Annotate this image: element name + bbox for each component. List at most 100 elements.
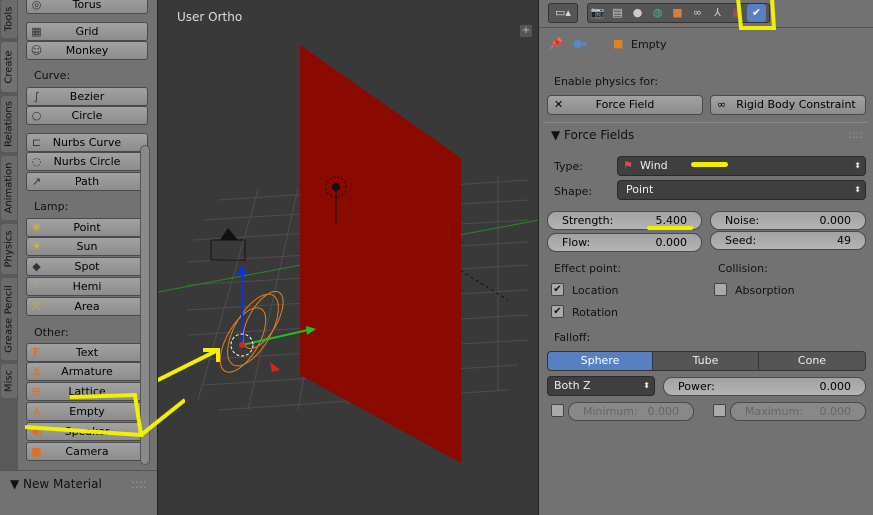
add-torus-button[interactable]: ◎ Torus bbox=[26, 0, 148, 14]
falloff-cone-option[interactable]: Cone bbox=[758, 351, 866, 371]
button-label: Circle bbox=[71, 109, 103, 122]
tab-grease-pencil[interactable]: Grease Pencil bbox=[1, 278, 17, 360]
force-fields-panel-header[interactable]: ▼ Force Fields bbox=[551, 128, 634, 142]
power-field[interactable]: Power: 0.000 bbox=[663, 377, 866, 396]
rotation-checkbox[interactable]: ✔ bbox=[551, 305, 564, 318]
point-lamp-icon: ✺ bbox=[31, 221, 42, 234]
drag-handle-icon[interactable]: :::: bbox=[131, 477, 147, 491]
rigid-body-constraint-button[interactable]: ∞ Rigid Body Constraint bbox=[710, 95, 866, 115]
object-data-tab-icon[interactable]: ⅄ bbox=[708, 4, 727, 22]
add-path-button[interactable]: ↗ Path bbox=[26, 172, 148, 191]
button-label: Area bbox=[74, 300, 100, 313]
field-value: 0.000 bbox=[655, 236, 688, 249]
annotation-underline bbox=[647, 226, 693, 230]
flow-field[interactable]: Flow: 0.000 bbox=[547, 233, 702, 252]
add-area-button[interactable]: ⤧ Area bbox=[26, 297, 148, 316]
red-plane-object[interactable] bbox=[300, 45, 461, 463]
camera-object[interactable] bbox=[210, 228, 246, 261]
button-label: Armature bbox=[61, 365, 113, 378]
absorption-checkbox[interactable] bbox=[714, 283, 727, 296]
noise-field[interactable]: Noise: 0.000 bbox=[710, 211, 866, 230]
object-tab-icon[interactable]: ■ bbox=[668, 4, 687, 22]
z-direction-dropdown[interactable]: Both Z ⬍ bbox=[547, 376, 655, 396]
scene-tab-icon[interactable]: ● bbox=[628, 4, 647, 22]
3d-viewport[interactable]: User Ortho + bbox=[157, 0, 539, 515]
use-maximum-checkbox[interactable] bbox=[713, 404, 726, 417]
field-label: Strength: bbox=[562, 214, 614, 227]
add-hemi-button[interactable]: ◝ Hemi bbox=[26, 277, 148, 296]
falloff-tube-option[interactable]: Tube bbox=[652, 351, 759, 371]
seed-field[interactable]: Seed: 49 bbox=[710, 231, 866, 250]
button-label: Path bbox=[74, 175, 100, 188]
field-label: Power: bbox=[678, 380, 715, 393]
tab-label: Grease Pencil bbox=[3, 285, 15, 353]
breadcrumb-object: Empty bbox=[631, 38, 667, 51]
link-icon: ∞ bbox=[717, 98, 727, 111]
panel-title: New Material bbox=[23, 477, 102, 491]
tab-create[interactable]: Create bbox=[1, 42, 17, 92]
tab-tools[interactable]: Tools bbox=[1, 0, 17, 38]
viewport-view-label: User Ortho bbox=[177, 10, 243, 24]
add-nurbs-curve-button[interactable]: ⊏ Nurbs Curve bbox=[26, 133, 148, 152]
add-text-button[interactable]: F Text bbox=[26, 343, 148, 362]
annotation-mark bbox=[25, 392, 185, 438]
properties-editor: ▭▴ 📷 ▤ ● ◍ ■ ∞ ⅄ ▦ ✔ 📌 ●▸ ■ Empty Enable… bbox=[538, 0, 873, 515]
shape-label: Shape: bbox=[554, 185, 593, 198]
object-context-icon: ●▸ bbox=[573, 37, 589, 50]
add-monkey-button[interactable]: ☺ Monkey bbox=[26, 41, 148, 60]
tab-animation[interactable]: Animation bbox=[1, 156, 17, 220]
add-nurbs-circle-button[interactable]: ◌ Nurbs Circle bbox=[26, 152, 148, 171]
add-bezier-button[interactable]: ∫ Bezier bbox=[26, 87, 148, 106]
button-label: Force Field bbox=[595, 98, 655, 111]
shape-dropdown[interactable]: Point ⬍ bbox=[617, 180, 866, 200]
pin-icon[interactable]: 📌 bbox=[549, 37, 563, 50]
location-checkbox[interactable]: ✔ bbox=[551, 283, 564, 296]
tab-relations[interactable]: Relations bbox=[1, 96, 17, 152]
close-x-icon: ✕ bbox=[554, 98, 564, 111]
render-tab-icon[interactable]: 📷 bbox=[588, 4, 607, 22]
tab-label: Animation bbox=[3, 162, 15, 214]
grid-icon: ▦ bbox=[31, 25, 42, 38]
type-dropdown[interactable]: ⚑ Wind ⬍ bbox=[617, 156, 866, 176]
add-grid-button[interactable]: ▦ Grid bbox=[26, 22, 148, 41]
hemi-icon: ◝ bbox=[34, 280, 39, 293]
collision-label: Collision: bbox=[718, 262, 768, 275]
minimum-field[interactable]: Minimum: 0.000 bbox=[568, 402, 694, 421]
add-circle-button[interactable]: ○ Circle bbox=[26, 106, 148, 125]
field-value: 0.000 bbox=[647, 405, 680, 418]
button-label: Text bbox=[75, 346, 99, 359]
rotation-label: Rotation bbox=[572, 306, 619, 319]
add-point-lamp-button[interactable]: ✺ Point bbox=[26, 218, 148, 237]
effect-point-label: Effect point: bbox=[554, 262, 621, 275]
add-spot-button[interactable]: ◆ Spot bbox=[26, 257, 148, 276]
drag-handle-icon[interactable]: :::: bbox=[848, 128, 863, 141]
add-region-icon[interactable]: + bbox=[520, 25, 532, 37]
annotation-highlight bbox=[736, 0, 777, 30]
tab-physics[interactable]: Physics bbox=[1, 224, 17, 274]
tab-misc[interactable]: Misc bbox=[1, 364, 17, 398]
add-sun-button[interactable]: ☀ Sun bbox=[26, 237, 148, 256]
area-icon: ⤧ bbox=[32, 300, 41, 313]
new-material-panel-header[interactable]: ▼ New Material:::: bbox=[0, 470, 157, 515]
field-label: Seed: bbox=[725, 234, 757, 247]
button-label: Bezier bbox=[69, 90, 105, 103]
button-label: Grid bbox=[75, 25, 99, 38]
use-minimum-checkbox[interactable] bbox=[551, 404, 564, 417]
field-value: 0.000 bbox=[819, 405, 852, 418]
add-armature-button[interactable]: Ϫ Armature bbox=[26, 362, 148, 381]
field-label: Maximum: bbox=[745, 405, 803, 418]
button-label: Monkey bbox=[65, 44, 109, 57]
bezier-icon: ∫ bbox=[33, 90, 40, 103]
enable-physics-label: Enable physics for: bbox=[554, 75, 659, 88]
world-tab-icon[interactable]: ◍ bbox=[648, 4, 667, 22]
other-label: Other: bbox=[34, 326, 69, 339]
maximum-field[interactable]: Maximum: 0.000 bbox=[730, 402, 866, 421]
button-label: Nurbs Curve bbox=[52, 136, 122, 149]
monkey-icon: ☺ bbox=[30, 44, 43, 57]
force-field-button[interactable]: ✕ Force Field bbox=[547, 95, 703, 115]
render-layers-tab-icon[interactable]: ▤ bbox=[608, 4, 627, 22]
constraints-tab-icon[interactable]: ∞ bbox=[688, 4, 707, 22]
editor-type-menu[interactable]: ▭▴ bbox=[548, 3, 578, 23]
falloff-sphere-option[interactable]: Sphere bbox=[547, 351, 653, 371]
tab-label: Create bbox=[3, 50, 15, 84]
